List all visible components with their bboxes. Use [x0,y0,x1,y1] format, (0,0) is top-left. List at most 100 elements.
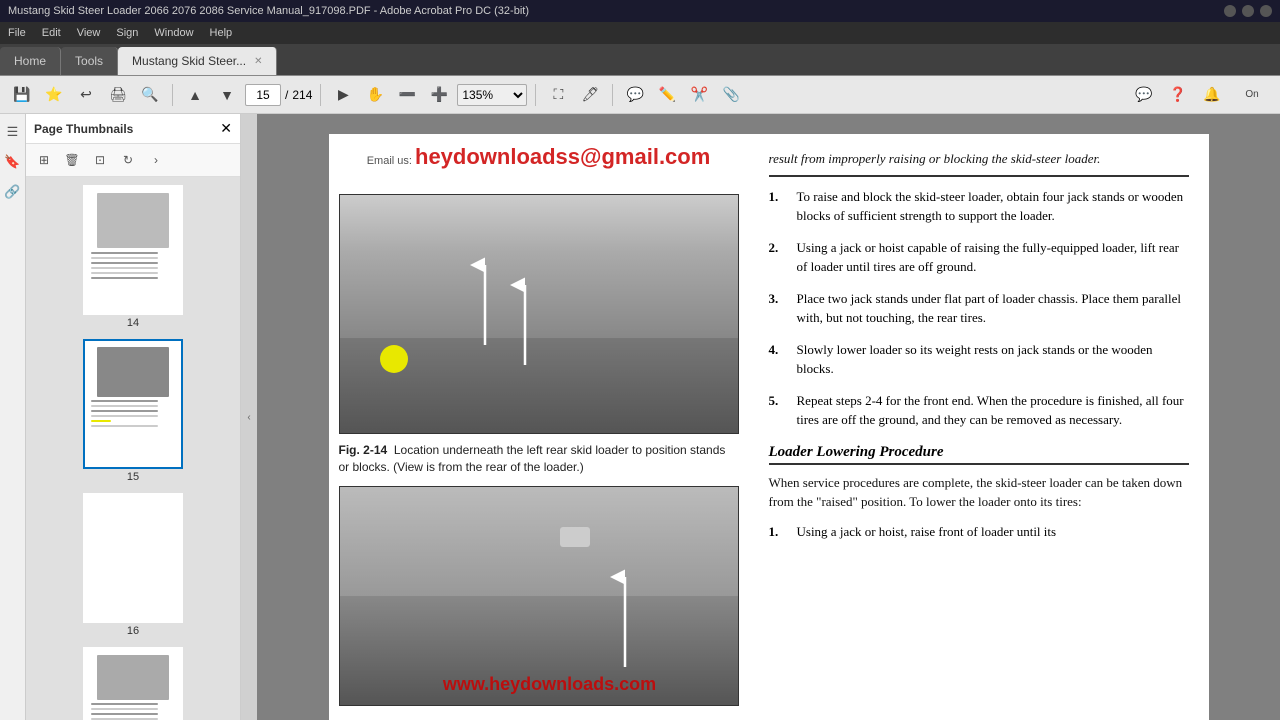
sidebar-header: Page Thumbnails ✕ [26,114,240,144]
instruction-list: 1. To raise and block the skid-steer loa… [769,187,1189,430]
arrow-1 [470,255,500,355]
instruction-item-5: 5. Repeat steps 2-4 for the front end. W… [769,391,1189,430]
menu-bar: File Edit View Sign Window Help [0,22,1280,44]
nav-icon[interactable]: ☰ [3,122,23,142]
separator-1 [172,84,173,106]
marquee-zoom-button[interactable]: ⛶ [544,81,572,109]
lowering-text: When service procedures are complete, th… [769,475,1183,510]
minimize-button[interactable] [1224,5,1236,17]
thumb-box-15[interactable] [83,339,183,469]
menu-help[interactable]: Help [210,27,233,39]
page-input[interactable] [245,84,281,106]
item-num-4: 4. [769,340,787,379]
sidebar-delete-btn[interactable]: 🗑 [60,148,84,172]
watermark-top: Email us: heydownloadss@gmail.com [329,144,749,170]
warning-text: result from improperly raising or blocki… [769,151,1101,166]
item-text-4: Slowly lower loader so its weight rests … [797,340,1189,379]
menu-view[interactable]: View [77,27,101,39]
prev-page-button[interactable]: ▲ [181,81,209,109]
pan-tool-button[interactable]: ✋ [361,81,389,109]
sidebar: Page Thumbnails ✕ ⊞ 🗑 ⊡ ↻ › [26,114,241,720]
warning-continuation: result from improperly raising or blocki… [769,149,1189,177]
attach-button[interactable]: 📎 [717,81,745,109]
thumb-box-16[interactable] [83,493,183,623]
thumb-label-16: 16 [127,625,139,637]
left-column: Email us: heydownloadss@gmail.com [329,134,749,720]
bookmark-icon[interactable]: 🔖 [3,152,23,172]
highlight-button[interactable]: ✏️ [653,81,681,109]
arrow-3 [610,567,640,677]
bookmark-button[interactable]: ⭐ [40,81,68,109]
zoom-in-button[interactable]: ➕ [425,81,453,109]
instruction-item-1: 1. To raise and block the skid-steer loa… [769,187,1189,226]
section-heading: Loader Lowering Procedure [769,444,1189,465]
sidebar-rotate-btn[interactable]: ↻ [116,148,140,172]
content-area[interactable]: Email us: heydownloadss@gmail.com [257,114,1280,720]
back-button[interactable]: ↩ [72,81,100,109]
separator-4 [612,84,613,106]
thumb-15[interactable]: 15 [30,339,236,483]
thumbnails-container[interactable]: 14 15 [26,177,240,720]
item-text-3: Place two jack stands under flat part of… [797,289,1189,328]
separator-3 [535,84,536,106]
figure-2-inner [340,487,738,705]
figure-2-image: www.heydownloads.com [339,486,739,706]
tab-bar: Home Tools Mustang Skid Steer... ✕ [0,44,1280,76]
item-num-1: 1. [769,187,787,226]
section-heading-text: Loader Lowering Procedure [769,444,944,460]
close-button[interactable] [1260,5,1272,17]
select-tool-button[interactable]: ▶ [329,81,357,109]
watermark-email-label: Email us: [367,155,415,167]
sidebar-close-button[interactable]: ✕ [220,120,232,137]
fig-1-label: Fig. 2-14 [339,443,394,457]
print-button[interactable]: 🖨 [104,81,132,109]
menu-window[interactable]: Window [154,27,193,39]
separator-2 [320,84,321,106]
page-nav: ▲ ▼ / 214 [181,81,312,109]
thumb-box-17[interactable] [83,647,183,720]
thumb-17[interactable]: 17 [30,647,236,720]
item-num-2: 2. [769,238,787,277]
tab-document[interactable]: Mustang Skid Steer... ✕ [118,47,277,75]
zoom-select[interactable]: 135% 100% 75% 150% [457,84,527,106]
notification-button[interactable]: 🔔 [1198,81,1226,109]
right-column: result from improperly raising or blocki… [749,134,1209,720]
menu-file[interactable]: File [8,27,26,39]
sidebar-grid-btn[interactable]: ⊞ [32,148,56,172]
find-button[interactable]: 🔍 [136,81,164,109]
save-button[interactable]: 💾 [8,81,36,109]
title-text: Mustang Skid Steer Loader 2066 2076 2086… [8,5,529,17]
share-button[interactable]: 💬 [1130,81,1158,109]
sidebar-title: Page Thumbnails [34,122,133,136]
sidebar-more-btn[interactable]: › [144,148,168,172]
stamp-button[interactable]: ✂️ [685,81,713,109]
main-layout: ☰ 🔖 🔗 Page Thumbnails ✕ ⊞ 🗑 ⊡ ↻ › [0,114,1280,720]
sidebar-extract-btn[interactable]: ⊡ [88,148,112,172]
menu-edit[interactable]: Edit [42,27,61,39]
tab-home[interactable]: Home [0,47,61,75]
thumb-14[interactable]: 14 [30,185,236,329]
zoom-out-button[interactable]: ➖ [393,81,421,109]
link-icon[interactable]: 🔗 [3,182,23,202]
on-toggle[interactable]: On [1232,81,1272,109]
next-page-button[interactable]: ▼ [213,81,241,109]
tab-close-icon[interactable]: ✕ [254,56,262,67]
tab-tools[interactable]: Tools [61,47,118,75]
page-document: Email us: heydownloadss@gmail.com [329,134,1209,720]
sidebar-collapse-button[interactable]: ‹ [241,114,257,720]
figure-1-image [339,194,739,434]
window-controls[interactable] [1224,5,1272,17]
instruction-item-3: 3. Place two jack stands under flat part… [769,289,1189,328]
thumb-16[interactable]: 16 [30,493,236,637]
maximize-button[interactable] [1242,5,1254,17]
menu-sign[interactable]: Sign [116,27,138,39]
thumb-label-14: 14 [127,317,139,329]
arrow-2 [510,275,540,375]
comment-button[interactable]: 💬 [621,81,649,109]
sidebar-tools: ⊞ 🗑 ⊡ ↻ › [26,144,240,177]
help-button[interactable]: ❓ [1164,81,1192,109]
thumb-box-14[interactable] [83,185,183,315]
page-total: 214 [292,88,312,102]
touchup-button[interactable]: 🖊 [576,81,604,109]
instruction-item-4: 4. Slowly lower loader so its weight res… [769,340,1189,379]
